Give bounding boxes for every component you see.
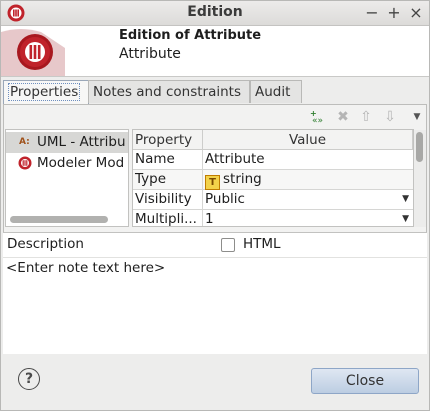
value-cell[interactable]: Tstring (203, 170, 413, 190)
tab-audit[interactable]: Audit (250, 80, 302, 103)
tab-properties[interactable]: Properties (3, 80, 89, 104)
element-tree[interactable]: A: UML - Attribu Modeler Mod (5, 129, 129, 227)
multiplicity-value: 1 (205, 211, 214, 227)
dialog-header: Edition of Attribute Attribute (1, 26, 429, 77)
table-row[interactable]: Visibility Public ▼ (133, 190, 413, 210)
type-value: string (223, 171, 262, 187)
header-title: Edition of Attribute (119, 28, 262, 43)
tree-item-modeler-module[interactable]: Modeler Mod (6, 153, 128, 174)
tab-notes-and-constraints[interactable]: Notes and constraints (88, 80, 250, 103)
close-window-button[interactable]: × (405, 2, 427, 24)
property-name-cell: Visibility (133, 190, 203, 209)
dropdown-arrow-icon: ▼ (402, 214, 409, 224)
column-header-value[interactable]: Value (203, 130, 413, 150)
visibility-dropdown[interactable]: Public ▼ (203, 190, 413, 209)
delete-icon[interactable]: ✖ (334, 108, 352, 126)
uml-attribute-icon: A: (19, 137, 30, 147)
close-button[interactable]: Close (311, 368, 419, 394)
table-row[interactable]: Type Tstring (133, 170, 413, 190)
tab-audit-label: Audit (255, 84, 291, 100)
tree-item-label: Modeler Mod (37, 155, 125, 171)
table-vertical-scrollbar[interactable] (414, 130, 426, 227)
html-checkbox[interactable] (221, 238, 235, 252)
add-stereotype-icon[interactable]: + «» (309, 108, 327, 126)
edition-dialog: Edition − + × Edition of Attribute Attri… (0, 0, 430, 411)
tab-notes-label: Notes and constraints (93, 84, 241, 100)
value-cell[interactable]: Attribute (203, 150, 413, 169)
tree-item-uml-attribute[interactable]: A: UML - Attribu (6, 132, 128, 153)
visibility-value: Public (205, 191, 245, 207)
table-row[interactable]: Name Attribute (133, 150, 413, 170)
description-panel: Description HTML <Enter note text here> (3, 232, 427, 354)
move-down-icon[interactable]: ⇩ (381, 108, 399, 126)
property-name-cell: Multipli... (133, 210, 203, 226)
tree-horizontal-scrollbar[interactable] (10, 216, 108, 223)
multiplicity-dropdown[interactable]: 1 ▼ (203, 210, 413, 227)
property-table: Property Value Name Attribute Type Tstri… (132, 129, 414, 227)
title-bar[interactable]: Edition − + × (1, 1, 429, 26)
maximize-button[interactable]: + (383, 2, 405, 24)
tab-properties-label: Properties (8, 83, 81, 101)
description-label: Description (7, 236, 84, 252)
property-name-cell: Name (133, 150, 203, 169)
tree-item-label: UML - Attribu (37, 134, 126, 150)
dropdown-arrow-icon: ▼ (402, 194, 409, 204)
type-icon: T (205, 175, 220, 190)
modeler-module-icon (18, 156, 32, 170)
header-subtitle: Attribute (119, 46, 181, 62)
minimize-button[interactable]: − (361, 2, 383, 24)
divider (3, 257, 427, 258)
menu-arrow-icon[interactable]: ▼ (408, 108, 426, 126)
svg-text:«»: «» (312, 116, 323, 126)
description-text-area[interactable]: <Enter note text here> (6, 260, 165, 276)
scrollbar-thumb[interactable] (416, 132, 423, 162)
html-checkbox-label[interactable]: HTML (243, 236, 281, 252)
modelio-logo-icon (1, 26, 65, 76)
help-icon[interactable]: ? (18, 368, 40, 390)
move-up-icon[interactable]: ⇧ (357, 108, 375, 126)
table-row[interactable]: Multipli... 1 ▼ (133, 210, 413, 227)
column-header-property[interactable]: Property (133, 130, 203, 150)
property-name-cell: Type (133, 170, 203, 189)
